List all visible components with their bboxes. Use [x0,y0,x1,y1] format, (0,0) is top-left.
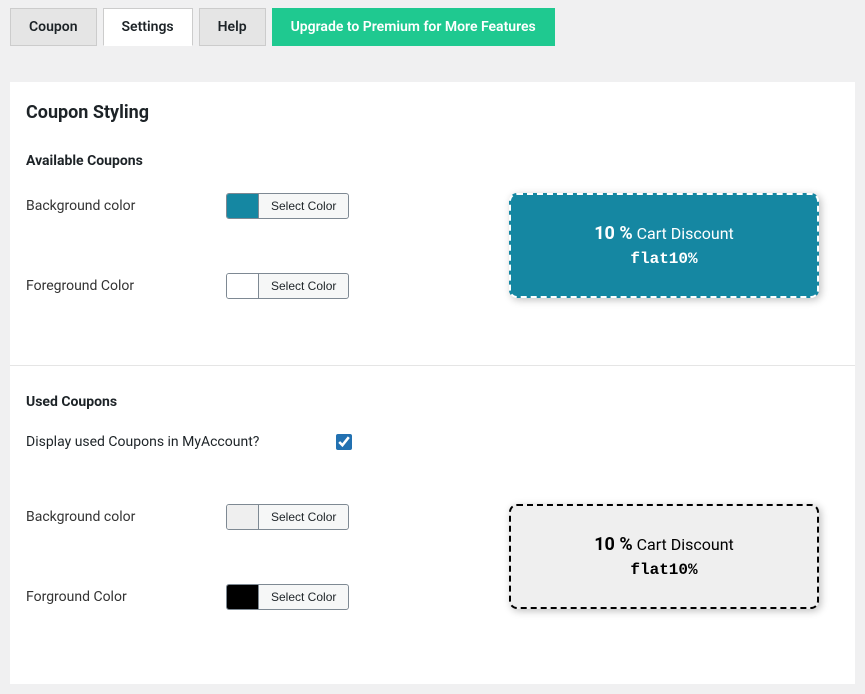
available-bg-label: Background color [26,198,226,214]
display-used-row: Display used Coupons in MyAccount? [26,434,839,450]
used-bg-color-picker[interactable]: Select Color [226,504,349,530]
section-divider [10,365,855,366]
used-bg-swatch[interactable] [227,505,259,529]
used-bg-label: Background color [26,509,226,525]
available-coupon-code: flat10% [527,250,801,268]
available-coupon-text: Cart Discount [637,224,734,243]
available-bg-select-button[interactable]: Select Color [259,195,348,217]
used-coupon-preview: 10 % Cart Discount flat10% [509,504,819,609]
used-fg-color-picker[interactable]: Select Color [226,584,349,610]
tab-settings[interactable]: Settings [103,8,193,46]
available-section: Background color Select Color Foreground… [26,193,839,353]
available-bg-swatch[interactable] [227,194,259,218]
available-fg-swatch[interactable] [227,274,259,298]
used-fg-label: Forground Color [26,589,226,605]
tabs-bar: Coupon Settings Help Upgrade to Premium … [0,0,865,46]
used-bg-select-button[interactable]: Select Color [259,506,348,528]
available-coupon-percent: 10 % [594,223,632,244]
available-coupons-header: Available Coupons [26,153,839,169]
used-coupon-line1: 10 % Cart Discount [527,534,801,555]
used-fg-row: Forground Color Select Color [26,584,449,610]
available-bg-color-picker[interactable]: Select Color [226,193,349,219]
available-coupon-line1: 10 % Cart Discount [527,223,801,244]
display-used-label: Display used Coupons in MyAccount? [26,434,336,450]
tab-upgrade[interactable]: Upgrade to Premium for More Features [272,8,555,46]
available-bg-row: Background color Select Color [26,193,449,219]
used-fg-select-button[interactable]: Select Color [259,586,348,608]
used-bg-row: Background color Select Color [26,504,449,530]
available-fg-row: Foreground Color Select Color [26,273,449,299]
used-section: Background color Select Color Forground … [26,504,839,664]
used-coupons-header: Used Coupons [26,394,839,410]
used-coupon-percent: 10 % [594,534,632,555]
used-coupon-text: Cart Discount [637,535,734,554]
display-used-checkbox[interactable] [336,434,352,450]
available-fg-color-picker[interactable]: Select Color [226,273,349,299]
tab-coupon[interactable]: Coupon [10,8,97,46]
available-fg-label: Foreground Color [26,278,226,294]
available-fg-select-button[interactable]: Select Color [259,275,348,297]
available-coupon-preview: 10 % Cart Discount flat10% [509,193,819,298]
used-coupon-code: flat10% [527,561,801,579]
settings-panel: Coupon Styling Available Coupons Backgro… [10,82,855,684]
tab-help[interactable]: Help [199,8,266,46]
page-title: Coupon Styling [26,102,839,123]
used-fg-swatch[interactable] [227,585,259,609]
